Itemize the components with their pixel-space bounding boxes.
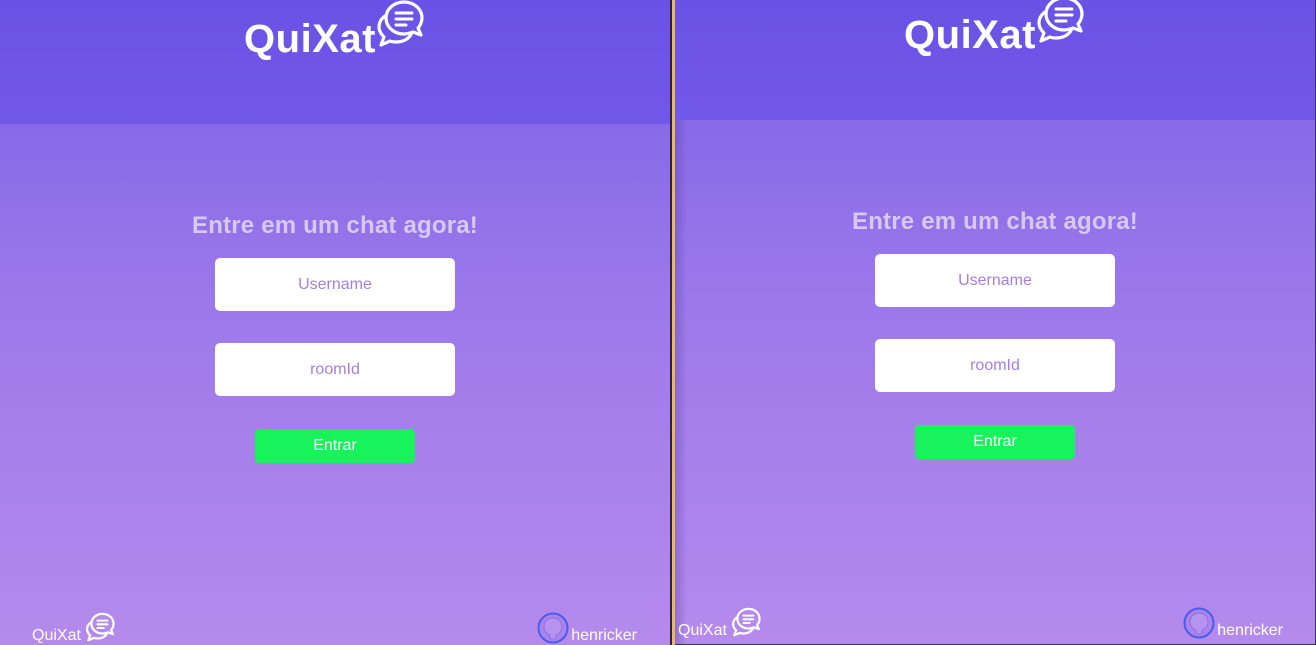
page-title: Entre em um chat agora! <box>851 208 1138 235</box>
chat-bubbles-icon <box>377 0 424 47</box>
footer: QuiXat henricker <box>0 605 670 645</box>
roomid-input[interactable] <box>215 343 455 396</box>
github-icon <box>537 612 569 644</box>
enter-button[interactable]: Entrar <box>915 425 1075 459</box>
footer-brand-text: QuiXat <box>32 627 81 644</box>
chat-bubbles-icon <box>85 612 115 642</box>
footer-brand: QuiXat <box>32 612 116 645</box>
logo-text: QuiXat <box>244 17 376 61</box>
header: QuiXat <box>0 0 670 124</box>
github-link[interactable]: henricker <box>537 612 637 645</box>
footer-username: henricker <box>1217 622 1283 639</box>
page-title: Entre em um chat agora! <box>191 212 478 239</box>
chat-bubbles-icon <box>731 607 761 637</box>
username-input[interactable] <box>875 254 1115 307</box>
footer: QuiXat henricker <box>675 604 1315 644</box>
split-view: QuiXat Entre em um chat agora! Entrar Qu… <box>0 0 1316 645</box>
github-icon <box>1183 607 1215 639</box>
right-pane: QuiXat Entre em um chat agora! Entrar Qu… <box>675 0 1316 645</box>
roomid-input[interactable] <box>875 339 1115 392</box>
left-pane: QuiXat Entre em um chat agora! Entrar Qu… <box>0 0 670 645</box>
logo: QuiXat <box>244 0 426 61</box>
enter-button[interactable]: Entrar <box>255 429 415 463</box>
footer-brand-text: QuiXat <box>678 622 727 639</box>
logo-text: QuiXat <box>904 13 1036 57</box>
footer-brand: QuiXat <box>678 607 762 640</box>
login-form: Entre em um chat agora! Entrar <box>0 212 670 463</box>
username-input[interactable] <box>215 258 455 311</box>
header: QuiXat <box>675 0 1315 120</box>
logo: QuiXat <box>904 0 1086 57</box>
chat-bubbles-icon <box>1037 0 1084 43</box>
login-form: Entre em um chat agora! Entrar <box>675 208 1315 459</box>
footer-username: henricker <box>571 627 637 644</box>
github-link[interactable]: henricker <box>1183 607 1283 640</box>
